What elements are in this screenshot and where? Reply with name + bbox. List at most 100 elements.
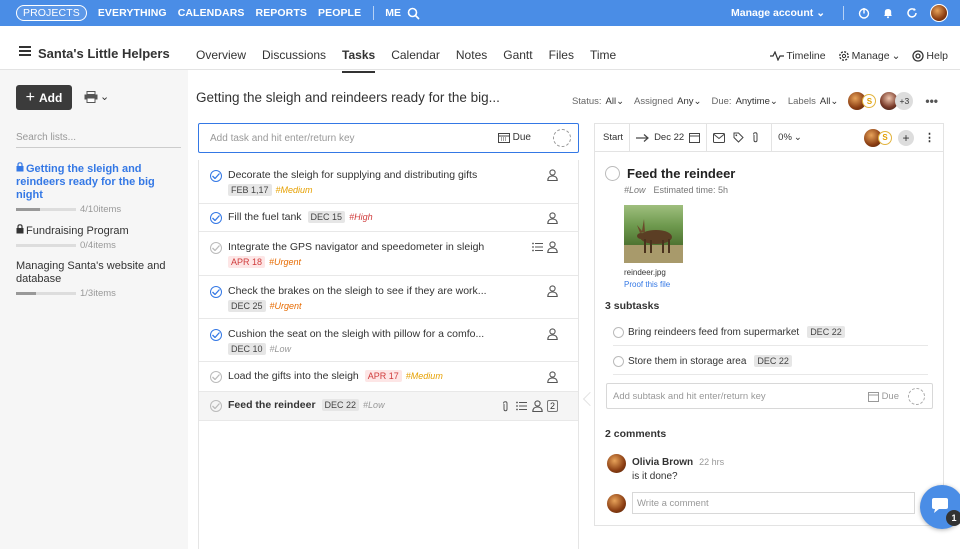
tab-discussions[interactable]: Discussions — [262, 48, 326, 73]
task-row[interactable]: Fill the fuel tank DEC 15 #High — [199, 204, 578, 232]
add-assignee-button[interactable]: + — [898, 129, 914, 146]
timer-icon[interactable] — [857, 6, 871, 20]
task-row[interactable]: Check the brakes on the sleigh to see if… — [199, 276, 578, 319]
refresh-icon[interactable] — [905, 6, 919, 20]
task-complete-checkbox[interactable] — [210, 242, 222, 254]
inbox-icon[interactable] — [713, 132, 726, 143]
write-comment-input[interactable]: Write a comment — [632, 492, 915, 514]
proof-file-link[interactable]: Proof this file — [624, 280, 670, 289]
nav-reports[interactable]: REPORTS — [256, 7, 307, 19]
task-row[interactable]: Decorate the sleigh for supplying and di… — [199, 160, 578, 204]
subtask-due-picker[interactable]: Due — [867, 391, 899, 402]
bell-icon[interactable] — [881, 6, 895, 20]
progress-bar — [16, 292, 76, 295]
subtasks-icon[interactable] — [532, 242, 543, 252]
assignee-icon[interactable] — [547, 169, 558, 181]
timeline-button[interactable]: Timeline — [770, 50, 826, 62]
list-item[interactable]: Managing Santa's website and database 1/… — [16, 260, 176, 299]
task-complete-checkbox[interactable] — [210, 212, 222, 224]
comment-composer: Write a comment — [607, 492, 915, 514]
manage-button[interactable]: Manage ⌄ — [838, 50, 900, 62]
task-complete-checkbox[interactable] — [210, 170, 222, 182]
end-date-picker[interactable]: Dec 22 — [636, 132, 701, 143]
assigned-filter[interactable]: Any ⌄ — [677, 96, 701, 107]
assignee-icon[interactable] — [547, 241, 558, 253]
priority-tag: #Low — [624, 185, 646, 195]
status-filter-label: Status: — [571, 95, 602, 107]
task-row-selected[interactable]: Feed the reindeer DEC 22 #Low 2 — [199, 392, 578, 421]
comment-count-badge[interactable]: 2 — [546, 400, 558, 412]
assign-user-icon[interactable] — [553, 129, 571, 147]
nav-everything[interactable]: EVERYTHING — [98, 7, 167, 19]
task-complete-checkbox[interactable] — [210, 400, 222, 412]
due-filter[interactable]: Anytime ⌄ — [736, 96, 778, 107]
start-date-picker[interactable]: Start — [603, 132, 623, 143]
assignee-icon[interactable] — [547, 212, 558, 224]
estimated-time: Estimated time: 5h — [653, 185, 729, 195]
tab-tasks[interactable]: Tasks — [342, 48, 376, 73]
nav-calendars[interactable]: CALENDARS — [178, 7, 245, 19]
due-date-badge: DEC 25 — [228, 300, 266, 312]
assignee-icon[interactable] — [547, 371, 558, 383]
subtask-row[interactable]: Bring reindeers feed from supermarket DE… — [613, 319, 928, 346]
task-complete-checkbox[interactable] — [605, 166, 620, 181]
assignee-icon[interactable] — [532, 400, 543, 412]
search-lists-input[interactable]: Search lists... — [16, 132, 181, 148]
task-complete-checkbox[interactable] — [210, 371, 222, 383]
nav-projects[interactable]: PROJECTS — [16, 5, 87, 21]
list-item[interactable]: Getting the sleigh and reindeers ready f… — [16, 162, 176, 215]
nav-me[interactable]: ME — [385, 7, 401, 19]
user-avatar[interactable] — [930, 4, 948, 22]
task-row[interactable]: Integrate the GPS navigator and speedome… — [199, 232, 578, 276]
hamburger-menu-icon[interactable] — [19, 46, 31, 58]
task-row[interactable]: Load the gifts into the sleigh APR 17 #Med… — [199, 362, 578, 392]
subtask-checkbox[interactable] — [613, 355, 624, 367]
due-date-picker[interactable]: Due — [497, 132, 531, 143]
add-button[interactable]: + Add — [16, 85, 72, 110]
start-label: Start — [603, 132, 624, 143]
list-item-label: Getting the sleigh and reindeers ready f… — [16, 163, 155, 201]
list-item[interactable]: Fundraising Program 0/4items — [16, 224, 176, 251]
due-label: Due — [512, 132, 531, 143]
task-row[interactable]: Cushion the seat on the sleigh with pill… — [199, 319, 578, 362]
list-item-count: 0/4items — [80, 240, 116, 251]
labels-filter-label: Labels — [787, 95, 816, 107]
nav-people[interactable]: PEOPLE — [318, 7, 361, 19]
tab-files[interactable]: Files — [549, 48, 574, 73]
file-name[interactable]: reindeer.jpg — [624, 268, 666, 277]
assignee-icon[interactable] — [547, 285, 558, 297]
subtask-row[interactable]: Store them in storage area DEC 22 — [613, 348, 928, 375]
tab-gantt[interactable]: Gantt — [503, 48, 532, 73]
print-menu[interactable]: ⌄ — [84, 90, 109, 103]
labels-filter[interactable]: All ⌄ — [820, 96, 839, 107]
subtask-checkbox[interactable] — [613, 326, 624, 338]
lists-sidebar: + Add ⌄ Search lists... Getting the slei… — [0, 70, 188, 549]
tab-overview[interactable]: Overview — [196, 48, 246, 73]
tab-time[interactable]: Time — [590, 48, 616, 73]
task-name: Fill the fuel tank — [228, 211, 302, 223]
add-subtask-input[interactable]: Add subtask and hit enter/return key Due — [606, 383, 933, 409]
more-options-icon[interactable]: ••• — [925, 94, 938, 108]
tab-notes[interactable]: Notes — [456, 48, 487, 73]
tab-calendar[interactable]: Calendar — [391, 48, 440, 73]
assignee-icon[interactable] — [547, 328, 558, 340]
progress-percent-menu[interactable]: 0% ⌄ — [778, 132, 802, 143]
subtasks-icon[interactable] — [516, 401, 527, 411]
task-detail-title[interactable]: Feed the reindeer — [627, 166, 735, 181]
tag-icon[interactable] — [733, 132, 744, 143]
status-filter[interactable]: All ⌄ — [606, 96, 625, 107]
task-complete-checkbox[interactable] — [210, 286, 222, 298]
search-icon[interactable] — [406, 6, 420, 20]
file-thumbnail[interactable] — [624, 205, 683, 263]
more-vertical-icon[interactable]: ⋮ — [924, 132, 935, 143]
task-complete-checkbox[interactable] — [210, 329, 222, 341]
assign-user-icon[interactable] — [908, 388, 925, 405]
comment: Olivia Brown 22 hrs is it done? — [607, 454, 724, 482]
people-filter[interactable]: S +3 — [848, 92, 914, 110]
manage-account-menu[interactable]: Manage account ⌄ — [731, 7, 825, 19]
attachment-icon[interactable] — [752, 132, 759, 143]
attachment-icon[interactable] — [502, 400, 509, 412]
add-task-input[interactable]: Add task and hit enter/return key Due — [198, 123, 579, 153]
help-button[interactable]: Help — [912, 50, 948, 62]
chevron-down-icon: ⌄ — [693, 95, 702, 107]
